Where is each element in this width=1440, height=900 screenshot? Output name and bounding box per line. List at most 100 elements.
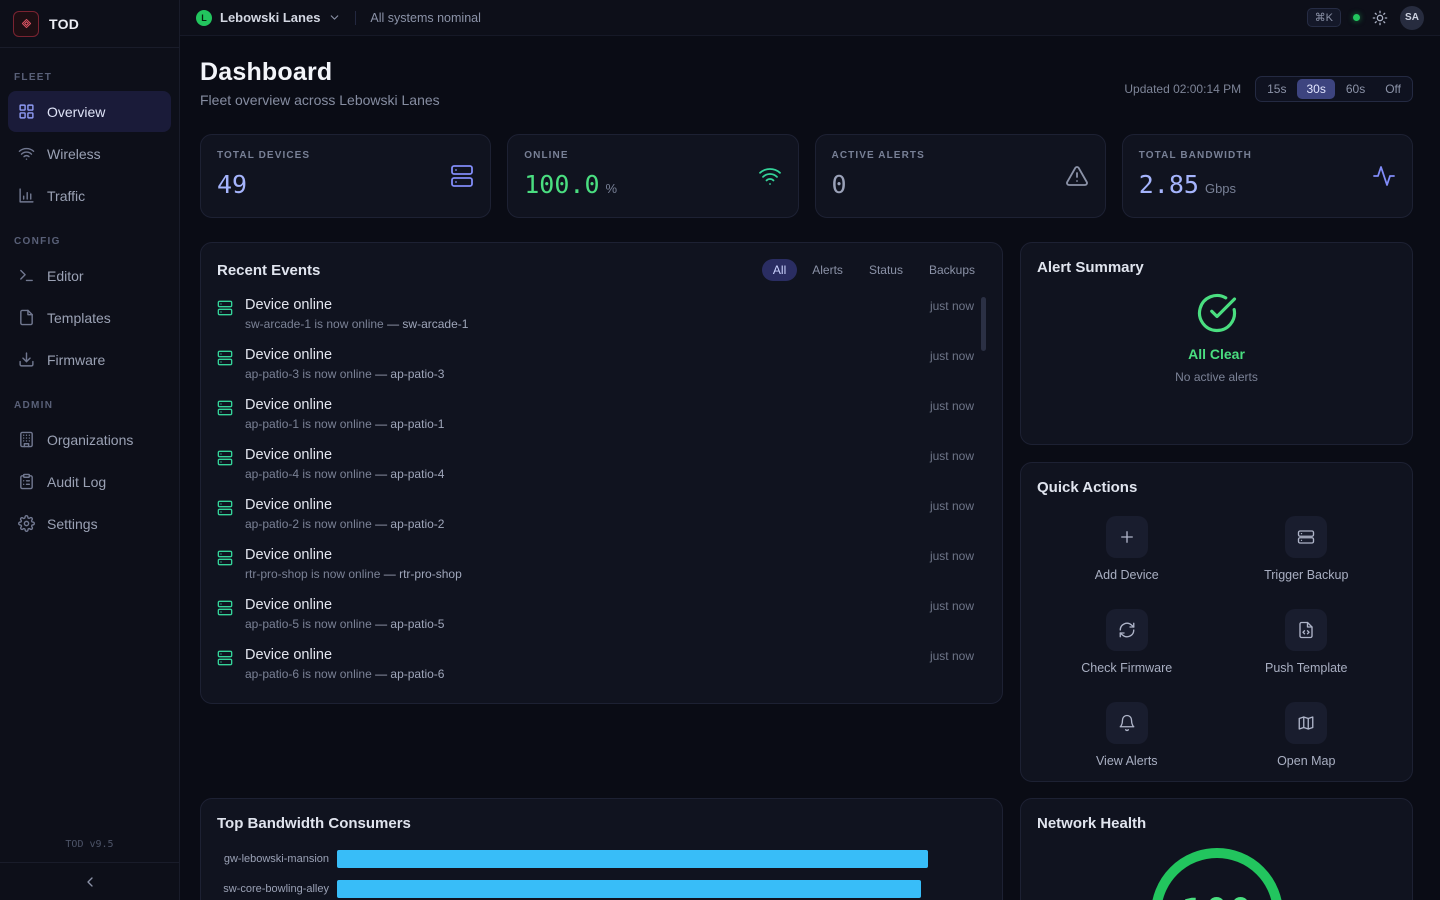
sidebar-item-firmware[interactable]: Firmware [8, 339, 171, 380]
nav-section-label: CONFIG [14, 236, 165, 247]
avatar[interactable]: SA [1400, 6, 1424, 30]
bandwidth-bar-row: sw-core-bowling-alley [217, 880, 986, 898]
stats-row: TOTAL DEVICES49ONLINE100.0%ACTIVE ALERTS… [200, 134, 1413, 218]
sun-icon [1372, 10, 1388, 26]
refresh-option-off[interactable]: Off [1376, 79, 1410, 99]
scrollbar-thumb[interactable] [981, 297, 986, 351]
stat-unit: % [606, 181, 618, 196]
bar-track [337, 880, 986, 898]
topbar-actions: ⌘K SA [1307, 6, 1424, 30]
stat-card-total-devices: TOTAL DEVICES49 [200, 134, 491, 218]
events-list: Device online sw-arcade-1 is now online —… [217, 289, 986, 687]
event-device: — rtr-pro-shop [384, 567, 462, 581]
template-icon [1297, 621, 1315, 639]
event-row: Device onlineap-patio-6 is now online — … [217, 639, 986, 687]
sidebar-item-traffic[interactable]: Traffic [8, 175, 171, 216]
sidebar-item-settings[interactable]: Settings [8, 503, 171, 544]
sidebar-item-overview[interactable]: Overview [8, 91, 171, 132]
quick-action-trigger-backup[interactable]: Trigger Backup [1264, 516, 1348, 582]
stat-label: ONLINE [524, 150, 781, 161]
wifi-icon [18, 145, 35, 162]
events-tab-backups[interactable]: Backups [918, 259, 986, 281]
stat-unit: Gbps [1205, 181, 1236, 196]
logo-icon [13, 11, 39, 37]
stat-value: 0 [832, 170, 847, 199]
quick-action-open-map[interactable]: Open Map [1277, 702, 1335, 768]
theme-toggle[interactable] [1372, 10, 1388, 26]
updated-timestamp: Updated 02:00:14 PM [1124, 82, 1241, 96]
refresh-option-60s[interactable]: 60s [1337, 79, 1374, 99]
event-device: — ap-patio-1 [375, 417, 444, 431]
event-detail: ap-patio-2 is now online — ap-patio-2 [245, 517, 444, 531]
page-title: Dashboard [200, 58, 440, 87]
quick-action-label: Add Device [1095, 568, 1159, 582]
warning-icon [1065, 164, 1089, 188]
quick-action-add-device[interactable]: Add Device [1095, 516, 1159, 582]
sidebar-item-wireless[interactable]: Wireless [8, 133, 171, 174]
system-status: All systems nominal [370, 11, 480, 25]
chart-icon [18, 187, 35, 204]
stat-card-active-alerts: ACTIVE ALERTS 0 [815, 134, 1106, 218]
sidebar-collapse-button[interactable] [0, 862, 179, 900]
quick-actions-card: Quick Actions Add Device Trigger Backup Ch… [1020, 462, 1413, 782]
refresh-icon [1106, 609, 1148, 651]
quick-action-label: Trigger Backup [1264, 568, 1348, 582]
main-content: Dashboard Fleet overview across Lebowski… [180, 36, 1440, 900]
chevron-down-icon [328, 11, 341, 24]
events-tab-alerts[interactable]: Alerts [801, 259, 854, 281]
refresh-option-30s[interactable]: 30s [1297, 79, 1334, 99]
gear-icon [18, 515, 35, 532]
bandwidth-bar-row: gw-lebowski-mansion [217, 850, 986, 868]
server-icon [450, 164, 474, 188]
topbar-divider [355, 11, 356, 25]
building-icon [18, 431, 35, 448]
event-time: just now [930, 347, 974, 363]
event-device: — ap-patio-3 [375, 367, 444, 381]
network-health-card: Network Health 100 [1020, 798, 1413, 900]
sidebar-item-templates[interactable]: Templates [8, 297, 171, 338]
page-subtitle: Fleet overview across Lebowski Lanes [200, 92, 440, 108]
brand: TOD [0, 0, 179, 48]
event-time: just now [930, 547, 974, 563]
server-icon [217, 350, 233, 366]
sidebar-item-audit-log[interactable]: Audit Log [8, 461, 171, 502]
chevron-down-icon [328, 11, 341, 24]
diamond-icon [19, 16, 34, 31]
event-title: Device online [245, 597, 444, 613]
map-icon [1297, 714, 1315, 732]
quick-action-label: View Alerts [1096, 754, 1158, 768]
stat-label: ACTIVE ALERTS [832, 150, 1089, 161]
quick-action-view-alerts[interactable]: View Alerts [1096, 702, 1158, 768]
refresh-option-15s[interactable]: 15s [1258, 79, 1295, 99]
event-detail: ap-patio-4 is now online — ap-patio-4 [245, 467, 444, 481]
event-row: Device onlineap-patio-1 is now online — … [217, 389, 986, 439]
events-tab-status[interactable]: Status [858, 259, 914, 281]
event-device: — ap-patio-2 [375, 517, 444, 531]
sidebar-item-editor[interactable]: Editor [8, 255, 171, 296]
sidebar-item-organizations[interactable]: Organizations [8, 419, 171, 460]
org-switcher[interactable]: L Lebowski Lanes [196, 10, 341, 26]
event-detail: sw-arcade-1 is now online — sw-arcade-1 [245, 317, 468, 331]
event-detail: ap-patio-5 is now online — ap-patio-5 [245, 617, 444, 631]
event-time: just now [930, 497, 974, 513]
command-palette-shortcut[interactable]: ⌘K [1307, 8, 1341, 27]
quick-action-check-firmware[interactable]: Check Firmware [1081, 609, 1172, 675]
bell-icon [1106, 702, 1148, 744]
activity-icon [1372, 164, 1396, 188]
bar-label: sw-core-bowling-alley [217, 883, 329, 895]
quick-action-push-template[interactable]: Push Template [1265, 609, 1347, 675]
event-device: — sw-arcade-1 [387, 317, 468, 331]
nav-section-label: ADMIN [14, 400, 165, 411]
file-icon [18, 309, 35, 326]
alert-status: All Clear [1188, 346, 1245, 362]
server-icon [217, 400, 233, 416]
app-version: TOD v9.5 [0, 831, 179, 862]
alert-summary-title: Alert Summary [1037, 259, 1396, 276]
events-tab-all[interactable]: All [762, 259, 797, 281]
sidebar-item-label: Firmware [47, 352, 105, 368]
quick-actions-title: Quick Actions [1037, 479, 1396, 496]
event-row: Device onlineap-patio-2 is now online — … [217, 489, 986, 539]
sidebar-item-label: Overview [47, 104, 105, 120]
sidebar: TOD FLEETOverviewWirelessTrafficCONFIGEd… [0, 0, 180, 900]
event-title: Device online [245, 447, 444, 463]
